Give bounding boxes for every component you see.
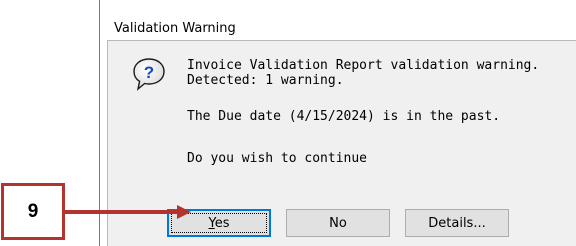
step-number-callout: 9	[1, 183, 65, 240]
message-detail: The Due date (4/15/2024) is in the past.	[187, 109, 501, 124]
question-icon: ?	[133, 58, 165, 91]
yes-label-rest: es	[214, 215, 230, 231]
details-button-label: Details...	[428, 215, 486, 231]
message-prompt: Do you wish to continue	[187, 151, 368, 166]
message-line-1: Invoice Validation Report validation war…	[187, 58, 540, 73]
no-button-label: No	[329, 215, 347, 231]
dialog-title: Validation Warning	[114, 21, 236, 36]
step-number: 9	[27, 200, 39, 222]
dialog-titlebar[interactable]: Validation Warning	[100, 0, 576, 40]
message-line-2: Detected: 1 warning.	[187, 73, 344, 88]
yes-button-label: Yes	[209, 216, 230, 231]
svg-text:?: ?	[144, 63, 154, 82]
no-button[interactable]: No	[286, 209, 390, 237]
callout-arrow-icon	[65, 205, 191, 219]
details-button[interactable]: Details...	[405, 209, 509, 237]
